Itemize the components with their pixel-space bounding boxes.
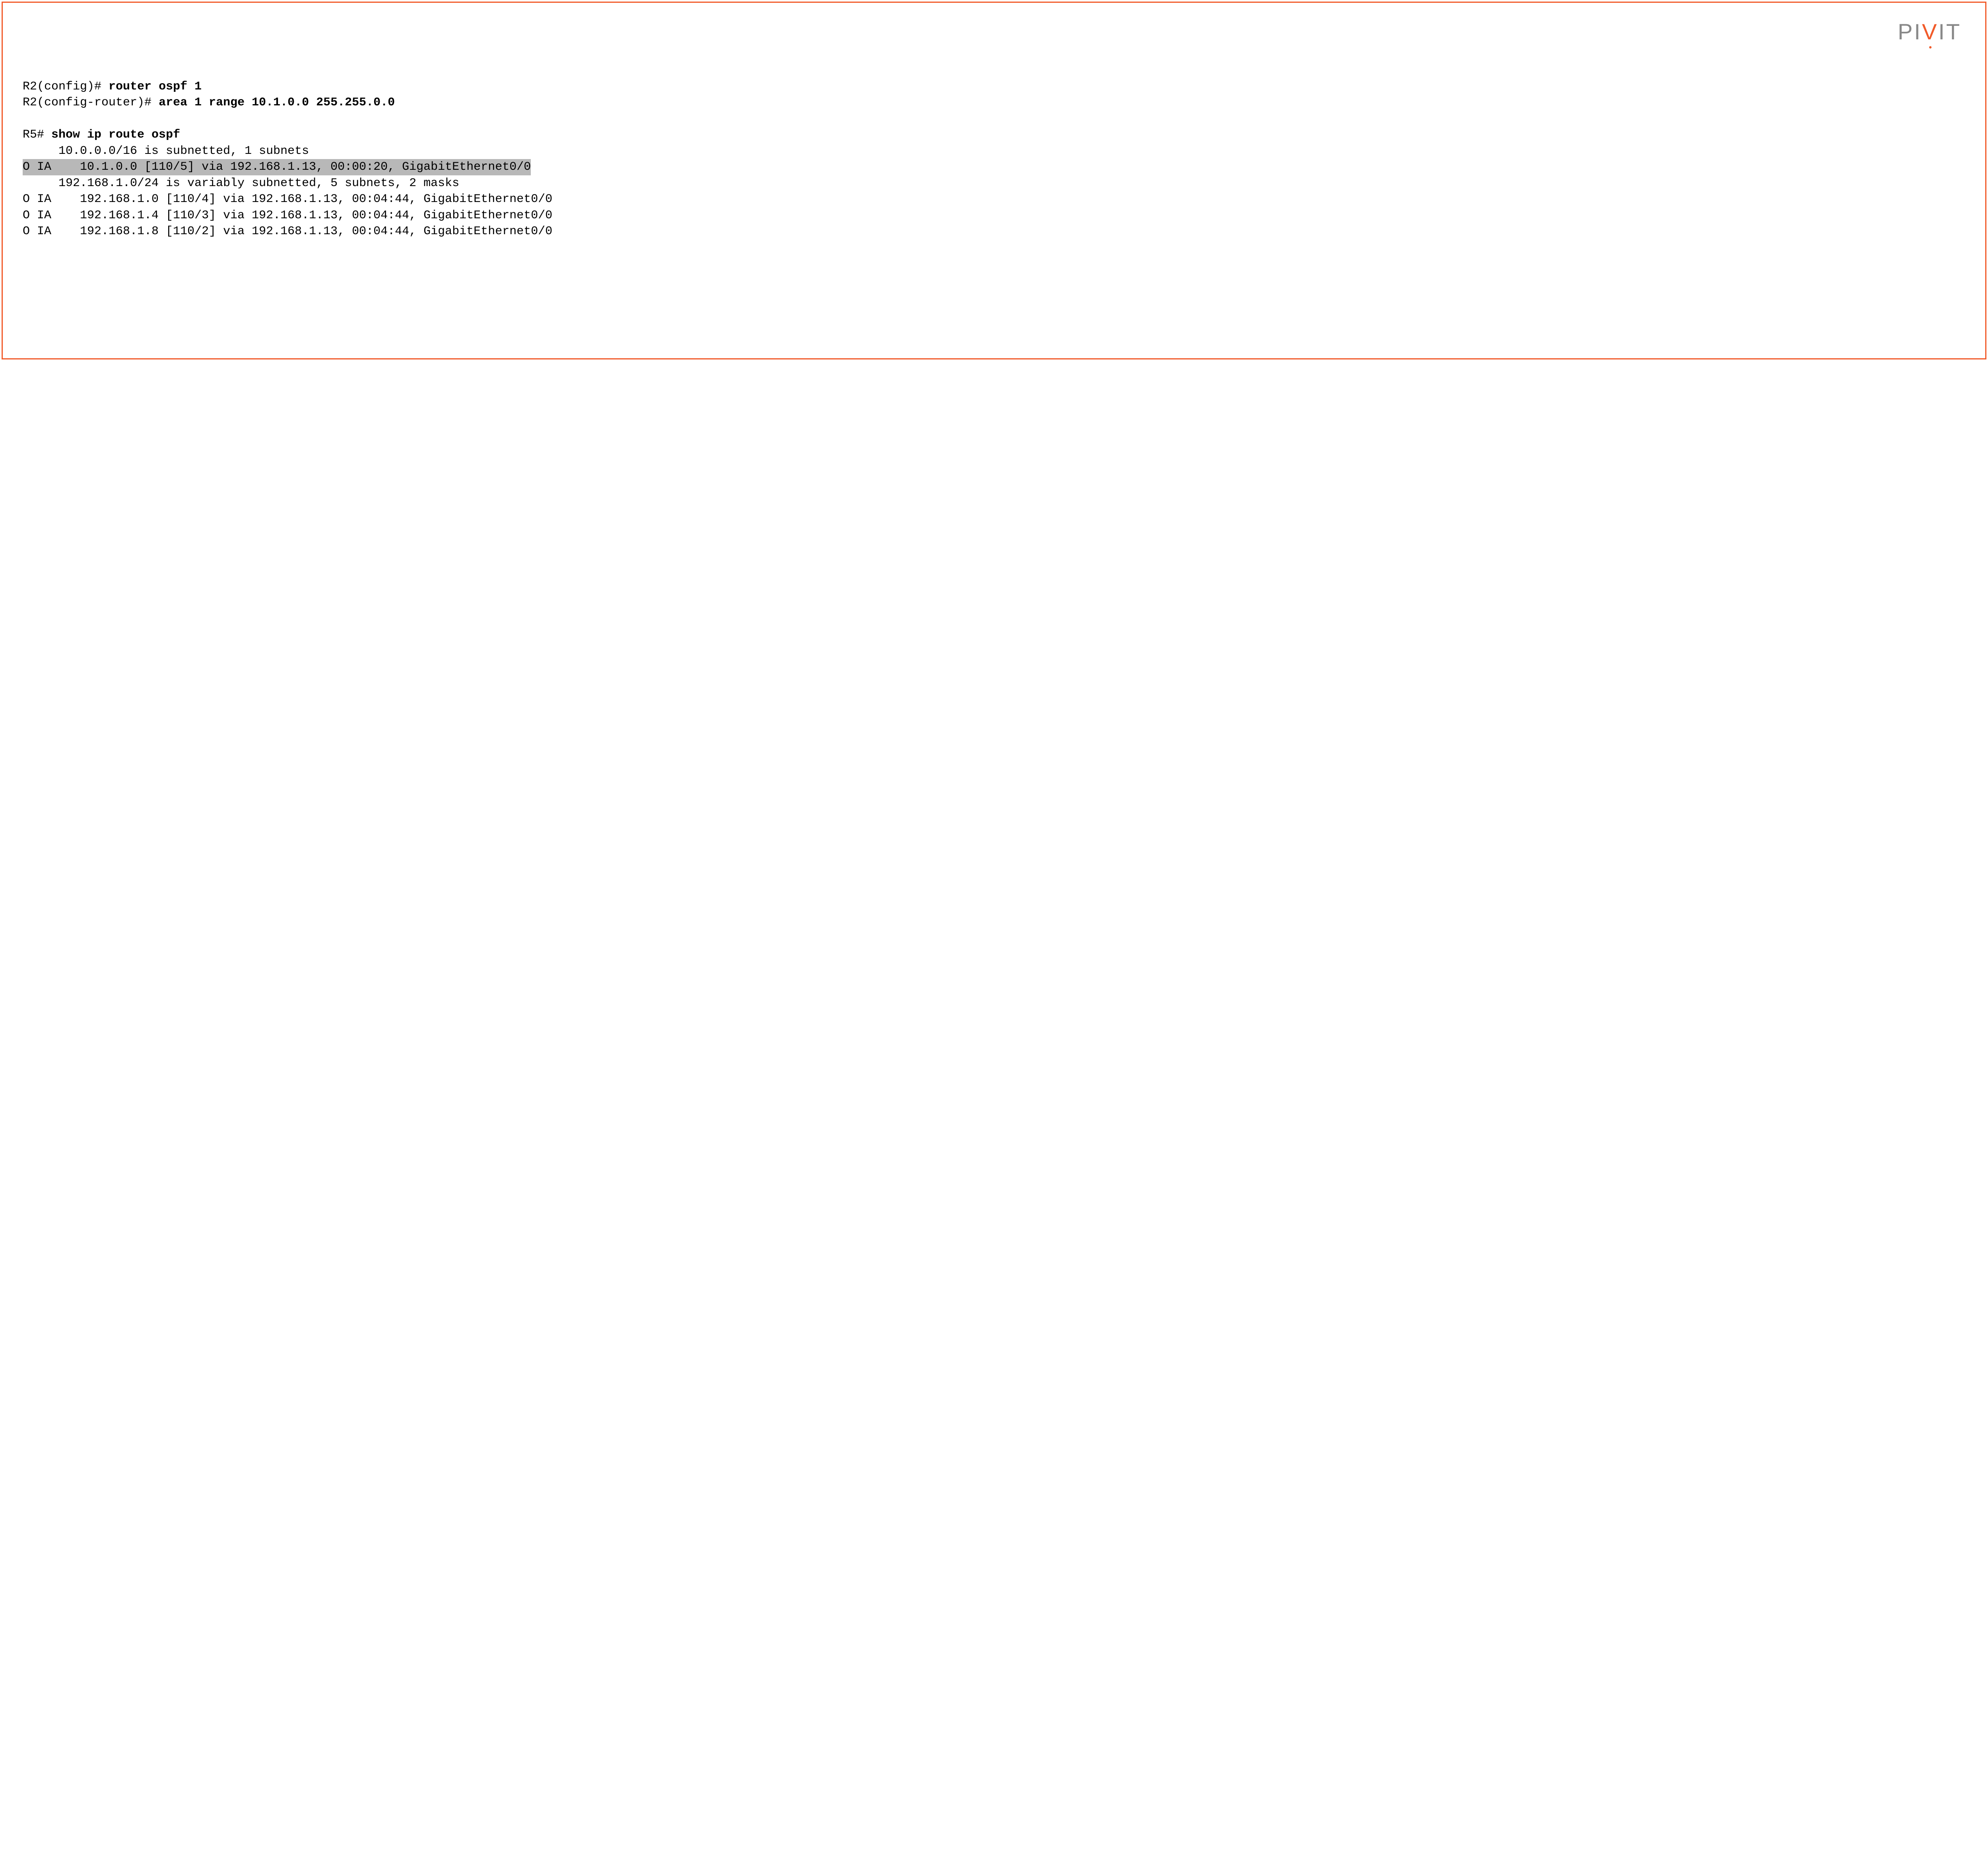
route-summary-10: 10.0.0.0/16 is subnetted, 1 subnets: [23, 144, 309, 158]
cmd-router-ospf: router ospf 1: [109, 80, 202, 93]
route-entry-2: O IA 192.168.1.4 [110/3] via 192.168.1.1…: [23, 209, 552, 222]
pivit-logo: PIVIT: [1898, 19, 1961, 45]
route-entry-3: O IA 192.168.1.8 [110/2] via 192.168.1.1…: [23, 225, 552, 238]
cmd-show-ip-route: show ip route ospf: [51, 128, 180, 142]
logo-text-it: IT: [1938, 19, 1961, 44]
logo-text-pi: PI: [1898, 19, 1922, 44]
prompt-r2-config-router: R2(config-router)#: [23, 96, 159, 109]
document-frame: PIVIT R2(config)# router ospf 1 R2(confi…: [2, 2, 1986, 359]
logo-text-v: V: [1922, 19, 1938, 45]
prompt-r5: R5#: [23, 128, 51, 142]
route-summary-192: 192.168.1.0/24 is variably subnetted, 5 …: [23, 177, 459, 190]
terminal-output: R2(config)# router ospf 1 R2(config-rout…: [23, 62, 1965, 240]
cmd-area-range: area 1 range 10.1.0.0 255.255.0.0: [159, 96, 395, 109]
route-entry-1: O IA 192.168.1.0 [110/4] via 192.168.1.1…: [23, 192, 552, 206]
prompt-r2-config: R2(config)#: [23, 80, 109, 93]
route-entry-highlighted: O IA 10.1.0.0 [110/5] via 192.168.1.13, …: [23, 159, 531, 175]
